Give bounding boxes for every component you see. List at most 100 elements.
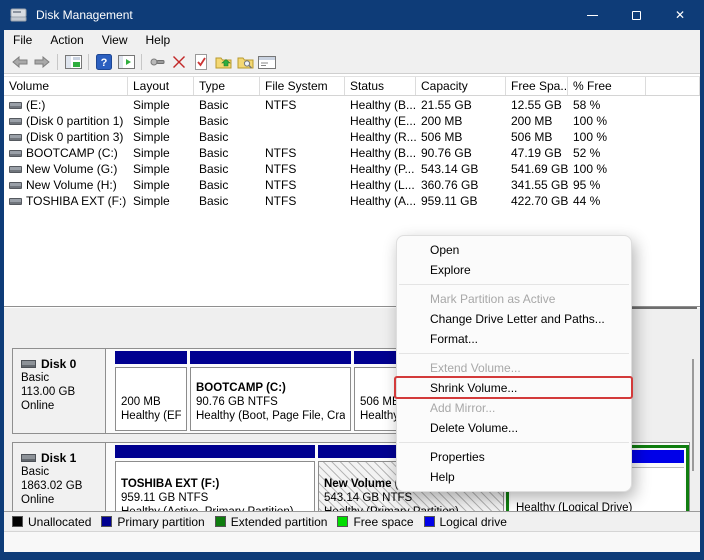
volume-rows: (E:) Simple Basic NTFS Healthy (B... 21.…: [4, 97, 700, 209]
cell-free: 422.70 GB: [506, 193, 568, 209]
cell-status: Healthy (R...: [345, 129, 416, 145]
col-free-space[interactable]: Free Spa...: [506, 77, 568, 95]
cell-fs: [260, 113, 345, 129]
cell-pct: 100 %: [568, 129, 646, 145]
maximize-button[interactable]: [614, 0, 658, 30]
menu-separator: [399, 353, 629, 354]
menu-item-change-drive-letter[interactable]: Change Drive Letter and Paths...: [397, 309, 631, 329]
properties-panel-icon[interactable]: [256, 53, 278, 72]
action-pane-icon[interactable]: [115, 53, 137, 72]
table-row[interactable]: (E:) Simple Basic NTFS Healthy (B... 21.…: [4, 97, 700, 113]
folder-up-icon[interactable]: [212, 53, 234, 72]
volume-name: BOOTCAMP (C:): [26, 145, 118, 161]
cell-fs: NTFS: [260, 193, 345, 209]
help-icon[interactable]: ?: [93, 53, 115, 72]
table-row[interactable]: (Disk 0 partition 3) Simple Basic Health…: [4, 129, 700, 145]
cell-pct: 52 %: [568, 145, 646, 161]
partition-bootcamp-c[interactable]: BOOTCAMP (C:) 90.76 GB NTFS Healthy (Boo…: [190, 351, 351, 431]
table-row[interactable]: New Volume (G:) Simple Basic NTFS Health…: [4, 161, 700, 177]
partition-size: 959.11 GB NTFS: [121, 491, 309, 505]
folder-search-icon[interactable]: [234, 53, 256, 72]
menu-item-explore[interactable]: Explore: [397, 260, 631, 280]
cell-fs: NTFS: [260, 161, 345, 177]
legend-label: Free space: [353, 515, 413, 529]
cell-free: 541.69 GB: [506, 161, 568, 177]
cell-type: Basic: [194, 193, 260, 209]
delete-icon[interactable]: [168, 53, 190, 72]
menu-item-open[interactable]: Open: [397, 240, 631, 260]
extended-partition-swatch: [215, 516, 226, 527]
cell-status: Healthy (B...: [345, 97, 416, 113]
volume-name: New Volume (G:): [26, 161, 117, 177]
cell-capacity: 21.55 GB: [416, 97, 506, 113]
volume-name: (E:): [26, 97, 45, 113]
legend-primary-partition: Primary partition: [101, 515, 204, 529]
col-layout[interactable]: Layout: [128, 77, 194, 95]
back-icon[interactable]: [9, 53, 31, 72]
disk-status: Online: [21, 399, 99, 413]
table-row[interactable]: TOSHIBA EXT (F:) Simple Basic NTFS Healt…: [4, 193, 700, 209]
cell-fs: NTFS: [260, 97, 345, 113]
menu-help[interactable]: Help: [137, 30, 180, 51]
col-file-system[interactable]: File System: [260, 77, 345, 95]
disk-type: Basic: [21, 465, 99, 479]
window-title: Disk Management: [36, 8, 133, 22]
disk-icon: [21, 454, 36, 462]
cell-free: 200 MB: [506, 113, 568, 129]
col-volume[interactable]: Volume: [4, 77, 128, 95]
disk-0-label[interactable]: Disk 0 Basic 113.00 GB Online: [13, 349, 106, 433]
menu-separator: [399, 284, 629, 285]
menu-action[interactable]: Action: [41, 30, 92, 51]
legend-bar: Unallocated Primary partition Extended p…: [4, 511, 700, 531]
cell-capacity: 543.14 GB: [416, 161, 506, 177]
col-status[interactable]: Status: [345, 77, 416, 95]
cell-layout: Simple: [128, 177, 194, 193]
primary-partition-bar: [115, 445, 315, 458]
disk-management-window: Disk Management ✕ File Action View Help: [0, 0, 704, 560]
cell-fs: NTFS: [260, 177, 345, 193]
cell-pct: 100 %: [568, 113, 646, 129]
menu-separator: [399, 442, 629, 443]
cell-type: Basic: [194, 145, 260, 161]
table-row[interactable]: New Volume (H:) Simple Basic NTFS Health…: [4, 177, 700, 193]
disk-status: Online: [21, 493, 99, 507]
cell-layout: Simple: [128, 97, 194, 113]
col-type[interactable]: Type: [194, 77, 260, 95]
titlebar: Disk Management ✕: [0, 0, 704, 30]
cell-type: Basic: [194, 129, 260, 145]
volume-icon: [9, 150, 22, 157]
menu-file[interactable]: File: [4, 30, 41, 51]
vertical-scrollbar[interactable]: [692, 359, 694, 471]
menu-item-shrink-volume[interactable]: Shrink Volume...: [397, 378, 631, 398]
col-pct-free[interactable]: % Free: [568, 77, 646, 95]
volume-icon: [9, 134, 22, 141]
table-row[interactable]: BOOTCAMP (C:) Simple Basic NTFS Healthy …: [4, 145, 700, 161]
col-capacity[interactable]: Capacity: [416, 77, 506, 95]
menu-item-help[interactable]: Help: [397, 467, 631, 487]
menu-view[interactable]: View: [93, 30, 137, 51]
svg-text:?: ?: [101, 57, 108, 69]
cell-layout: Simple: [128, 145, 194, 161]
popup-view-icon[interactable]: [146, 53, 168, 72]
disk-type: Basic: [21, 371, 99, 385]
legend-logical-drive: Logical drive: [424, 515, 507, 529]
table-row[interactable]: (Disk 0 partition 1) Simple Basic Health…: [4, 113, 700, 129]
primary-partition-bar: [115, 351, 187, 364]
menu-item-add-mirror: Add Mirror...: [397, 398, 631, 418]
console-tree-icon[interactable]: [62, 53, 84, 72]
legend-label: Logical drive: [440, 515, 507, 529]
window-content: File Action View Help ?: [4, 30, 700, 552]
menu-item-properties[interactable]: Properties: [397, 447, 631, 467]
partition-size: 543.14 GB NTFS: [324, 491, 498, 505]
menu-item-delete-volume[interactable]: Delete Volume...: [397, 418, 631, 438]
close-button[interactable]: ✕: [658, 0, 702, 30]
forward-icon[interactable]: [31, 53, 53, 72]
volume-icon: [9, 166, 22, 173]
free-space-swatch: [337, 516, 348, 527]
partition-efi[interactable]: 200 MB Healthy (EFI: [115, 351, 187, 431]
menu-item-format[interactable]: Format...: [397, 329, 631, 349]
cell-capacity: 90.76 GB: [416, 145, 506, 161]
minimize-button[interactable]: [570, 0, 614, 30]
check-document-icon[interactable]: [190, 53, 212, 72]
cell-layout: Simple: [128, 129, 194, 145]
